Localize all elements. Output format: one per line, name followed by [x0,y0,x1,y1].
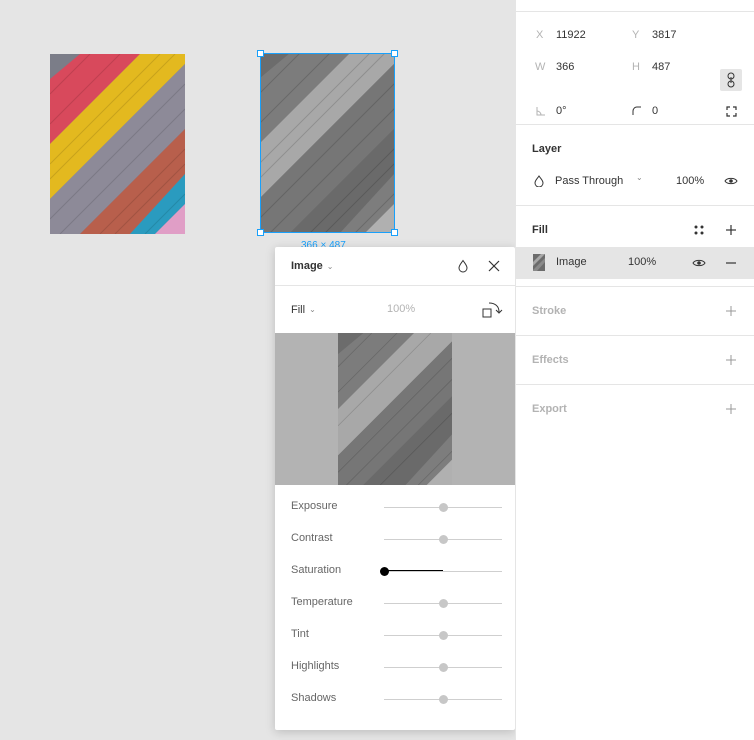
adjustment-label: Saturation [291,564,342,576]
w-input[interactable]: 366 [556,61,574,73]
resize-handle-bottom-right[interactable] [391,229,398,236]
export-title[interactable]: Export [532,403,567,415]
image-type-dropdown[interactable]: Image [291,260,323,272]
h-input[interactable]: 487 [652,61,670,73]
blend-mode-icon[interactable] [457,259,469,273]
fill-section: Fill Image 100% [516,206,754,287]
chevron-down-icon[interactable]: ⌄ [327,262,334,271]
adjustment-label: Contrast [291,532,333,544]
add-effect-icon[interactable] [725,354,737,366]
colored-wood-artwork [50,54,185,234]
add-fill-icon[interactable] [725,224,737,236]
preview-artwork [338,333,452,485]
grayscale-wood-artwork [260,53,395,233]
adjustment-slider-thumb[interactable] [439,695,448,704]
adjustment-label: Exposure [291,500,338,512]
blend-mode-icon [534,175,544,187]
add-stroke-icon[interactable] [725,305,737,317]
eye-icon[interactable] [692,258,706,268]
y-input[interactable]: 3817 [652,29,676,41]
adjustment-slider-thumb[interactable] [439,503,448,512]
fill-mode-row: Fill ⌄ 100% [275,286,515,333]
independent-corners-icon[interactable] [726,106,737,117]
corner-radius-icon [632,106,641,115]
fill-item-image[interactable]: Image 100% [516,247,754,279]
preview-thumbnail [338,333,452,485]
effects-section: Effects [516,336,754,385]
x-label: X [536,29,544,41]
adjustment-row: Saturation [275,555,515,587]
panel-top-divider [516,0,754,12]
adjustment-slider-thumb[interactable] [439,599,448,608]
adjustment-slider-thumb[interactable] [439,631,448,640]
fill-thumbnail[interactable] [533,254,545,271]
layer-opacity-input[interactable]: 100% [676,175,704,187]
adjustment-slider-thumb[interactable] [439,663,448,672]
rotate-image-icon[interactable] [481,300,503,320]
adjustment-label: Shadows [291,692,337,704]
chevron-down-icon[interactable]: ⌄ [636,173,643,182]
adjustment-row: Tint [275,619,515,651]
close-icon[interactable] [487,259,501,273]
adjustment-slider-fill [384,570,443,571]
export-section: Export [516,385,754,434]
adjustment-label: Highlights [291,660,340,672]
layer-title: Layer [532,143,562,155]
chevron-down-icon[interactable]: ⌄ [309,305,316,314]
image-opacity-value[interactable]: 100% [387,303,415,315]
popover-header: Image ⌄ [275,247,515,286]
fill-type-label[interactable]: Image [556,256,587,268]
properties-panel: X 11922 Y 3817 W 366 H 487 0° 0 Layer Pa… [515,0,754,740]
adjustment-label: Temperature [291,596,353,608]
adjustment-slider-track[interactable] [384,571,502,572]
colored-wood-image[interactable] [50,54,185,234]
remove-fill-icon[interactable] [725,257,737,269]
image-preview [275,333,515,485]
corner-radius-input[interactable]: 0 [652,105,658,117]
adjustment-row: Shadows [275,683,515,715]
adjustment-row: Temperature [275,587,515,619]
adjustment-slider-thumb[interactable] [380,567,389,576]
image-adjustments: Exposure Contrast Saturation Temperature Tin… [275,491,515,715]
stroke-title[interactable]: Stroke [532,305,566,317]
geometry-section: X 11922 Y 3817 W 366 H 487 0° 0 [516,12,754,125]
w-label: W [535,61,546,73]
constrain-proportions-button[interactable] [720,69,742,91]
stroke-section: Stroke [516,287,754,336]
effects-title[interactable]: Effects [532,354,569,366]
link-icon [727,72,735,88]
layer-section: Layer Pass Through ⌄ 100% [516,125,754,206]
adjustment-row: Exposure [275,491,515,523]
blend-mode-dropdown[interactable]: Pass Through [555,175,623,187]
eye-icon[interactable] [724,176,738,186]
fill-title: Fill [532,224,548,236]
adjustment-slider-thumb[interactable] [439,535,448,544]
resize-handle-top-left[interactable] [257,50,264,57]
image-fill-popover: Image ⌄ Fill ⌄ 100% Exposure Contrast Sa… [275,247,515,730]
grayscale-wood-image[interactable] [260,53,395,233]
resize-handle-top-right[interactable] [391,50,398,57]
adjustment-row: Highlights [275,651,515,683]
y-label: Y [632,29,640,41]
adjustment-label: Tint [291,628,309,640]
design-canvas[interactable]: 366 × 487 Image ⌄ Fill ⌄ 100% Exposure C… [0,0,515,740]
fill-thumbnail-artwork [533,254,545,271]
resize-handle-bottom-left[interactable] [257,229,264,236]
rotation-input[interactable]: 0° [556,105,567,117]
styles-grid-icon[interactable] [693,224,705,236]
h-label: H [632,61,640,73]
x-input[interactable]: 11922 [556,29,586,41]
rotation-icon [536,107,545,116]
fill-opacity-input[interactable]: 100% [628,256,656,268]
fill-mode-dropdown[interactable]: Fill [291,304,305,316]
adjustment-row: Contrast [275,523,515,555]
add-export-icon[interactable] [725,403,737,415]
